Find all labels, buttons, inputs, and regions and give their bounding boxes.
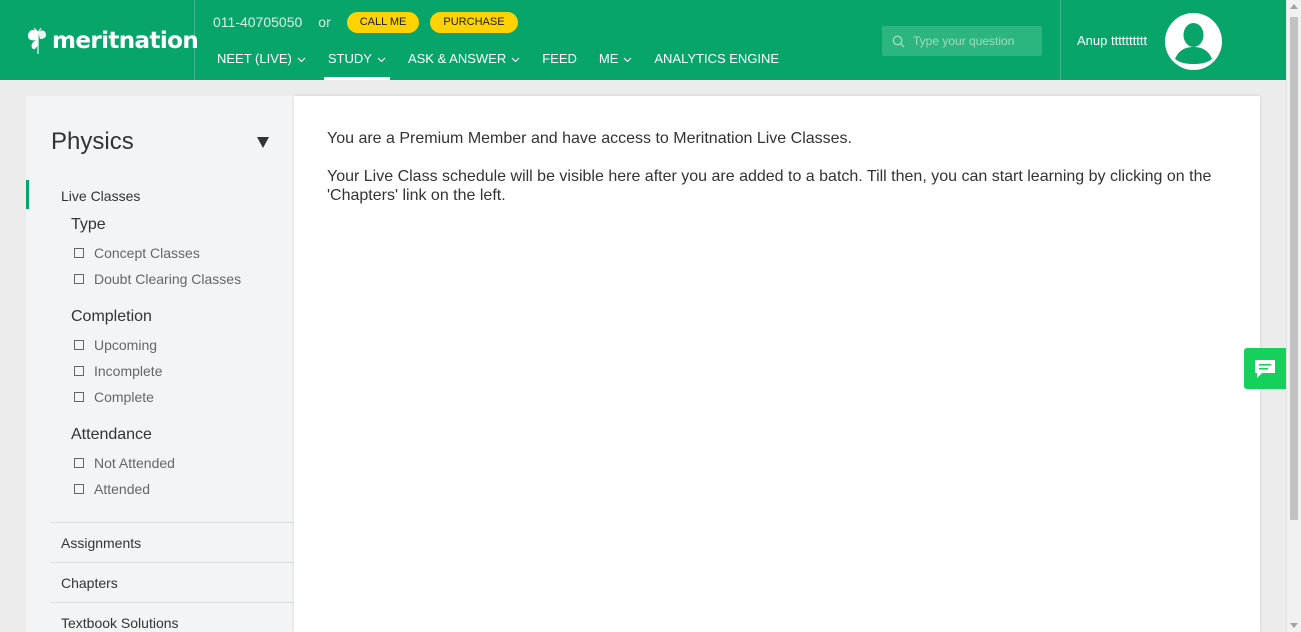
filter-not-attended[interactable]: Not Attended — [74, 455, 175, 471]
scroll-down-arrow-icon[interactable] — [1290, 623, 1298, 628]
checkbox-label: Attended — [94, 481, 151, 497]
nav-label: ANALYTICS ENGINE — [654, 51, 780, 66]
nav-study[interactable]: STUDY — [323, 50, 391, 80]
nav-label: ME — [598, 51, 619, 66]
filter-sidebar: Physics Live Classes Type Concept Classe… — [26, 96, 294, 632]
checkbox-label: Upcoming — [94, 337, 158, 353]
checkbox[interactable] — [74, 392, 84, 402]
filter-attended[interactable]: Attended — [74, 481, 150, 497]
checkbox-label: Concept Classes — [94, 245, 200, 261]
chevron-down-icon — [297, 57, 306, 63]
nav-label: NEET (LIVE) — [217, 51, 292, 66]
butterfly-logo-icon — [28, 28, 46, 54]
search-icon — [892, 35, 905, 47]
premium-message: You are a Premium Member and have access… — [327, 130, 852, 147]
schedule-message-line1: Your Live Class schedule will be visible… — [327, 168, 1212, 185]
checkbox[interactable] — [74, 340, 84, 350]
or-text: or — [318, 14, 331, 30]
chevron-down-icon — [623, 57, 632, 63]
checkbox-label: Complete — [94, 389, 154, 405]
filter-group-type: Type — [71, 216, 106, 233]
filter-concept-classes[interactable]: Concept Classes — [74, 245, 200, 261]
caret-down-icon[interactable] — [257, 137, 269, 148]
schedule-message-line2: 'Chapters' link on the left. — [327, 187, 506, 204]
phone-number: 011-40705050 — [213, 14, 303, 30]
top-header: meritnation 011-40705050 or CALL ME PURC… — [0, 0, 1286, 80]
nav-label: ASK & ANSWER — [407, 51, 507, 66]
chat-button[interactable] — [1244, 348, 1286, 389]
checkbox-label: Incomplete — [94, 363, 163, 379]
scroll-up-arrow-icon[interactable] — [1290, 4, 1298, 9]
main-nav: NEET (LIVE) STUDY ASK & ANSWER FEED ME A… — [217, 50, 801, 80]
sidebar-item-live-classes[interactable]: Live Classes — [26, 180, 294, 209]
logo-text: meritnation — [52, 28, 199, 54]
checkbox[interactable] — [74, 366, 84, 376]
search-box[interactable] — [882, 26, 1042, 56]
divider — [51, 522, 294, 523]
nav-me[interactable]: ME — [599, 50, 633, 80]
scrollbar-thumb[interactable] — [1290, 17, 1298, 520]
username[interactable]: Anup tttttttttt — [1077, 33, 1147, 48]
checkbox[interactable] — [74, 484, 84, 494]
purchase-button[interactable]: PURCHASE — [430, 11, 518, 33]
chevron-down-icon — [511, 57, 520, 63]
sidebar-item-assignments[interactable]: Assignments — [61, 535, 141, 551]
filter-group-attendance: Attendance — [71, 426, 152, 443]
divider — [51, 602, 294, 603]
nav-neet-live[interactable]: NEET (LIVE) — [217, 50, 306, 80]
filter-complete[interactable]: Complete — [74, 389, 154, 405]
checkbox-label: Not Attended — [94, 455, 175, 471]
sidebar-item-chapters[interactable]: Chapters — [61, 575, 118, 591]
nav-label: STUDY — [327, 51, 372, 66]
filter-group-completion: Completion — [71, 308, 152, 325]
divider — [51, 562, 294, 563]
checkbox-label: Doubt Clearing Classes — [94, 271, 242, 287]
nav-ask-answer[interactable]: ASK & ANSWER — [408, 50, 520, 80]
call-me-button[interactable]: CALL ME — [346, 11, 420, 33]
checkbox[interactable] — [74, 274, 84, 284]
main-content: You are a Premium Member and have access… — [294, 96, 1260, 632]
checkbox[interactable] — [74, 458, 84, 468]
subject-title[interactable]: Physics — [51, 128, 134, 156]
header-divider — [194, 0, 195, 80]
contact-row: 011-40705050 or CALL ME PURCHASE — [213, 11, 529, 33]
chevron-down-icon — [377, 57, 386, 63]
chat-bubble-icon — [1255, 359, 1275, 378]
avatar-silhouette — [1171, 19, 1216, 64]
sidebar-item-textbook-solutions[interactable]: Textbook Solutions — [61, 615, 179, 631]
nav-feed[interactable]: FEED — [542, 50, 577, 80]
search-input[interactable] — [913, 34, 1033, 48]
user-avatar-icon[interactable] — [1165, 13, 1222, 70]
filter-upcoming[interactable]: Upcoming — [74, 337, 157, 353]
nav-label: FEED — [542, 51, 577, 66]
meritnation-logo[interactable]: meritnation — [26, 24, 199, 58]
filter-doubt-clearing-classes[interactable]: Doubt Clearing Classes — [74, 271, 241, 287]
filter-incomplete[interactable]: Incomplete — [74, 363, 162, 379]
nav-analytics-engine[interactable]: ANALYTICS ENGINE — [654, 50, 779, 80]
page-scrollbar[interactable] — [1286, 0, 1301, 632]
header-divider — [1060, 0, 1061, 80]
checkbox[interactable] — [74, 248, 84, 258]
